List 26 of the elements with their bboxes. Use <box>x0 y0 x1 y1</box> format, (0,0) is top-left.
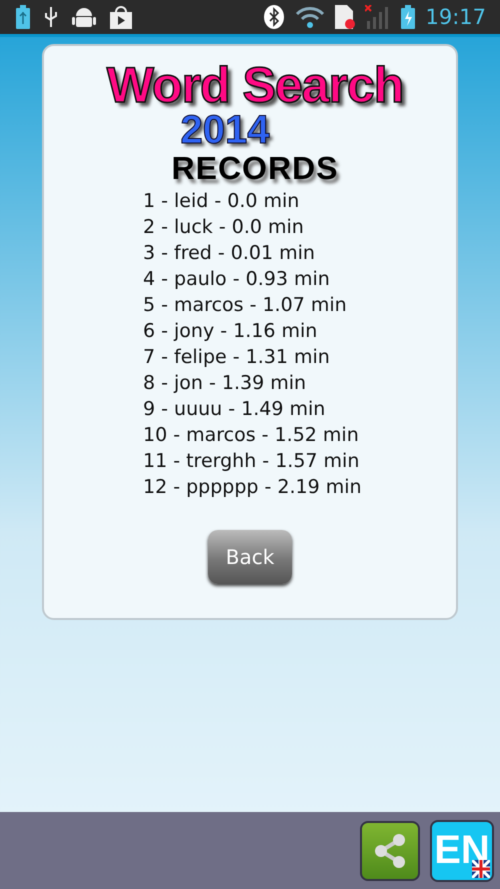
clock: 19:17 <box>425 5 486 29</box>
battery-charging-icon <box>401 5 416 29</box>
usb-icon <box>44 5 58 29</box>
record-entry: 12 - pppppp - 2.19 min <box>143 475 362 500</box>
wifi-icon <box>295 5 326 29</box>
sim-card-icon <box>335 5 356 29</box>
battery-usb-icon <box>16 5 30 29</box>
records-heading: RECORDS <box>171 150 338 186</box>
record-entry: 4 - paulo - 0.93 min <box>143 267 331 292</box>
record-entry: 8 - jon - 1.39 min <box>143 371 308 396</box>
share-button[interactable] <box>360 820 420 880</box>
record-entry: 3 - fred - 0.01 min <box>143 241 316 266</box>
record-entry: 6 - jony - 1.16 min <box>143 319 318 344</box>
bluetooth-icon <box>263 5 286 29</box>
back-button[interactable]: Back <box>208 530 292 584</box>
record-entry: 2 - luck - 0.0 min <box>143 215 305 240</box>
record-entry: 1 - leid - 0.0 min <box>143 189 300 214</box>
android-icon <box>72 5 96 29</box>
record-entry: 10 - marcos - 1.52 min <box>143 423 360 448</box>
game-year: 2014 <box>180 110 270 150</box>
game-title: Word Search <box>106 60 404 110</box>
record-entry: 11 - trerghh - 1.57 min <box>143 449 360 474</box>
record-entry: 9 - uuuu - 1.49 min <box>143 397 326 422</box>
record-entry: 5 - marcos - 1.07 min <box>143 293 348 318</box>
play-store-icon <box>110 5 132 29</box>
record-entry: 7 - felipe - 1.31 min <box>143 345 331 370</box>
